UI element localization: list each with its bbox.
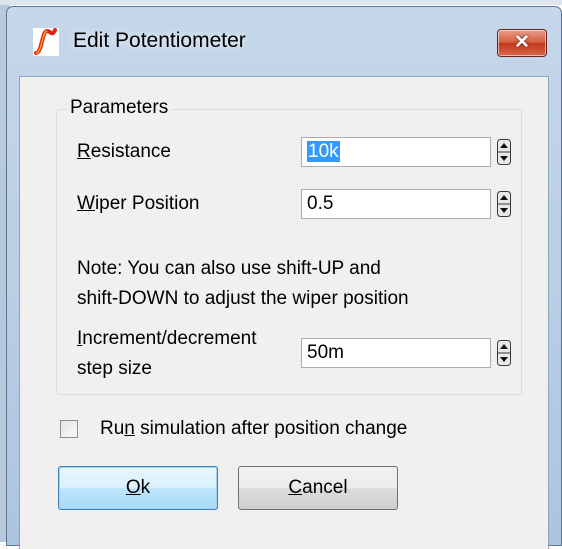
close-button[interactable]: ✕ [497, 29, 547, 57]
parameters-groupbox: Parameters Resistance 10k Wiper Position… [56, 97, 522, 395]
title-bar[interactable]: Edit Potentiometer ✕ [7, 7, 561, 77]
increment-step-input[interactable]: 50m [301, 338, 491, 368]
wiper-position-label: Wiper Position [77, 193, 200, 214]
increment-label: Increment/decrement [77, 328, 257, 349]
increment-step-spin-icon[interactable] [497, 340, 511, 366]
wiper-position-value: 0.5 [307, 193, 334, 214]
increment-step-value: 50m [307, 342, 344, 363]
resistance-spin-icon[interactable] [497, 139, 511, 165]
wiper-position-input[interactable]: 0.5 [301, 189, 491, 219]
cancel-button[interactable]: Cancel [238, 466, 398, 510]
parameters-group-label: Parameters [67, 97, 172, 119]
dialog-title: Edit Potentiometer [73, 29, 246, 52]
resistance-input[interactable]: 10k [301, 137, 491, 167]
wiper-position-spin-icon[interactable] [497, 191, 511, 217]
ok-button[interactable]: Ok [58, 466, 218, 510]
run-simulation-checkbox[interactable] [60, 420, 78, 438]
resistance-value-selected: 10k [307, 141, 340, 162]
background-top-strip [0, 0, 562, 5]
edit-potentiometer-dialog: Edit Potentiometer ✕ Parameters Resistan… [6, 6, 562, 549]
simetrix-app-icon [33, 28, 59, 56]
run-simulation-label[interactable]: Run simulation after position change [100, 418, 407, 440]
note-line-2: shift-DOWN to adjust the wiper position [77, 288, 409, 309]
close-icon: ✕ [514, 32, 530, 53]
dialog-client-area: Parameters Resistance 10k Wiper Position… [19, 76, 549, 549]
increment-label-line-2: step size [77, 358, 152, 379]
resistance-label: Resistance [77, 141, 172, 162]
note-line-1: Note: You can also use shift-UP and [77, 258, 381, 279]
